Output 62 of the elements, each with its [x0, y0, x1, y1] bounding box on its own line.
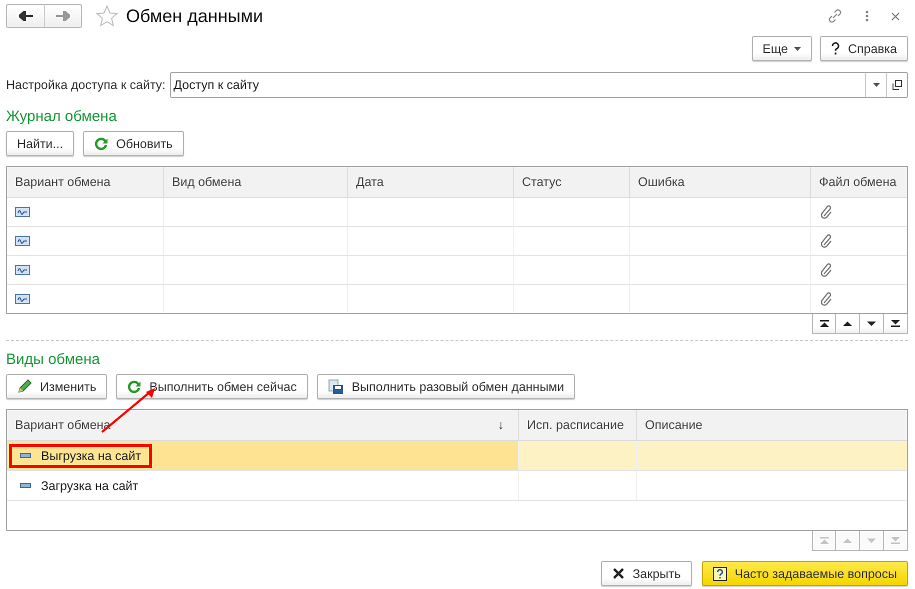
- section-title: Журнал обмена: [6, 108, 118, 126]
- refresh-icon: [94, 136, 108, 150]
- move-down-icon: [867, 537, 876, 544]
- more-menu-icon: [865, 10, 869, 22]
- field-label: Настройка доступа к сайту:: [6, 78, 166, 92]
- help-button[interactable]: Справка: [820, 36, 908, 61]
- move-last-icon: [891, 320, 900, 327]
- table-row[interactable]: Загрузка на сайт: [7, 471, 907, 501]
- exchange-log-icon: [15, 294, 30, 304]
- window-title: Обмен данными: [126, 6, 264, 26]
- caret-icon: [794, 46, 801, 50]
- floppy-disk-icon: [328, 378, 344, 394]
- access-field[interactable]: Доступ к сайту: [170, 72, 908, 98]
- table-cell: Загрузка на сайт: [41, 478, 138, 492]
- dropdown-icon: [872, 83, 880, 87]
- move-down-button[interactable]: [860, 314, 884, 334]
- column-header[interactable]: Ошибка: [630, 167, 811, 197]
- close-icon: [891, 12, 900, 20]
- column-header[interactable]: Файл обмена: [811, 167, 907, 197]
- history-navigation[interactable]: [6, 4, 82, 28]
- link-icon: [827, 8, 843, 24]
- move-last-icon: [891, 537, 900, 544]
- faq-button[interactable]: Часто задаваемые вопросы: [702, 561, 908, 586]
- column-header[interactable]: Вариант обмена ↓: [7, 410, 519, 440]
- item-icon: [20, 483, 31, 488]
- move-up-icon: [843, 320, 852, 327]
- run-once-button[interactable]: Выполнить разовый обмен данными: [316, 374, 576, 399]
- exchange-log-icon: [15, 207, 30, 217]
- back-arrow-icon: [18, 11, 32, 21]
- close-icon: [612, 567, 625, 580]
- move-up-button[interactable]: [836, 314, 860, 334]
- refresh-button[interactable]: Обновить: [83, 131, 184, 156]
- column-header[interactable]: Статус: [514, 167, 630, 197]
- move-down-icon: [867, 320, 876, 327]
- close-button[interactable]: Закрыть: [600, 561, 692, 586]
- question-icon: [712, 566, 727, 580]
- column-header[interactable]: Вид обмена: [164, 167, 348, 197]
- pencil-icon: [17, 379, 32, 394]
- column-header[interactable]: Вариант обмена: [7, 167, 164, 197]
- exchange-log-icon: [15, 236, 30, 246]
- exchange-log-icon: [15, 265, 30, 275]
- table-cell: Выгрузка на сайт: [41, 448, 142, 462]
- table-row[interactable]: Выгрузка на сайт: [7, 441, 907, 471]
- open-icon: [892, 80, 902, 90]
- move-first-button[interactable]: [812, 314, 836, 334]
- column-header[interactable]: Описание: [637, 410, 907, 440]
- forward-arrow-icon: [56, 11, 70, 21]
- question-mark-icon: [830, 42, 840, 55]
- move-last-button[interactable]: [884, 314, 908, 334]
- move-first-icon: [820, 320, 828, 327]
- section-title: Виды обмена: [6, 351, 101, 369]
- item-icon: [20, 453, 31, 458]
- more-button[interactable]: Еще: [752, 36, 812, 61]
- edit-button[interactable]: Изменить: [6, 374, 108, 399]
- sort-arrow[interactable]: ↓: [498, 418, 510, 432]
- find-button[interactable]: Найти...: [6, 131, 74, 156]
- column-header[interactable]: Исп. расписание: [519, 410, 637, 440]
- refresh-icon: [127, 380, 142, 394]
- move-first-icon: [820, 537, 828, 544]
- move-up-icon: [843, 537, 852, 544]
- refresh-button[interactable]: Выполнить обмен сейчас: [116, 374, 308, 399]
- column-header[interactable]: Дата: [348, 167, 514, 197]
